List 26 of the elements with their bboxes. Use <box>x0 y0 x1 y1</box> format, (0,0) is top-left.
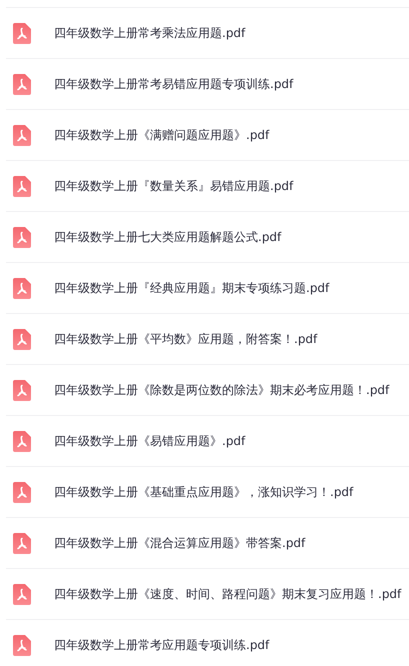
pdf-file-icon <box>13 634 31 656</box>
file-name[interactable]: 四年级数学上册《基础重点应用题》，涨知识学习！.pdf <box>54 483 354 501</box>
pdf-file-icon <box>13 584 31 604</box>
file-name[interactable]: 四年级数学上册『经典应用题』期末专项练习题.pdf <box>54 279 330 297</box>
pdf-file-icon <box>13 278 31 298</box>
file-name[interactable]: 四年级数学上册常考乘法应用题.pdf <box>54 24 246 42</box>
pdf-file-icon <box>13 430 31 452</box>
file-name[interactable]: 四年级数学上册《满赠问题应用题》.pdf <box>54 126 270 144</box>
pdf-file-icon <box>13 22 31 44</box>
file-name[interactable]: 四年级数学上册常考应用题专项训练.pdf <box>54 636 270 654</box>
file-name[interactable]: 四年级数学上册『数量关系』易错应用题.pdf <box>54 177 294 195</box>
file-name[interactable]: 四年级数学上册常考易错应用题专项训练.pdf <box>54 75 294 93</box>
file-name[interactable]: 四年级数学上册《平均数》应用题，附答案！.pdf <box>54 330 318 348</box>
pdf-file-icon <box>13 74 31 94</box>
pdf-file-icon <box>13 124 31 146</box>
file-name[interactable]: 四年级数学上册《易错应用题》.pdf <box>54 432 246 450</box>
pdf-file-icon <box>13 226 31 248</box>
file-name[interactable]: 四年级数学上册《除数是两位数的除法》期末必考应用题！.pdf <box>54 381 390 399</box>
pdf-file-icon <box>13 482 31 502</box>
file-name[interactable]: 四年级数学上册七大类应用题解题公式.pdf <box>54 228 282 246</box>
pdf-file-icon <box>13 532 31 554</box>
pdf-file-icon <box>13 328 31 350</box>
file-name[interactable]: 四年级数学上册《混合运算应用题》带答案.pdf <box>54 534 306 552</box>
pdf-file-icon <box>13 380 31 400</box>
file-name[interactable]: 四年级数学上册《速度、时间、路程问题》期末复习应用题！.pdf <box>54 585 402 603</box>
pdf-file-icon <box>13 176 31 196</box>
